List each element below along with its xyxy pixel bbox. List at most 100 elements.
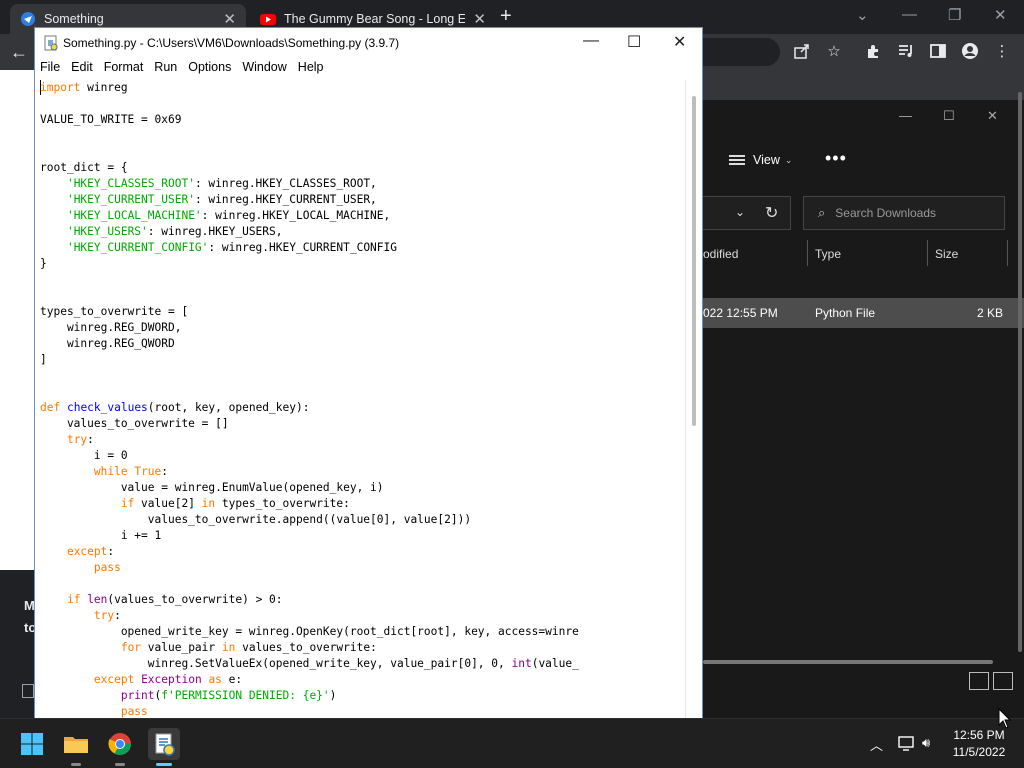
bookmark-star-icon[interactable]: ☆ [824, 42, 844, 62]
menu-help[interactable]: Help [293, 58, 330, 78]
python-file-icon [44, 35, 58, 51]
minimize-icon[interactable]: — [902, 6, 917, 23]
code-line: 'HKEY_USERS': winreg.HKEY_USERS, [66, 225, 283, 238]
scroll-thumb[interactable] [692, 96, 696, 426]
running-indicator [115, 763, 125, 766]
code-line: for value_pair in values_to_overwrite: [120, 641, 377, 654]
code-line: def check_values(root, key, opened_key): [40, 401, 310, 414]
media-queue-icon[interactable] [896, 42, 916, 62]
restore-icon[interactable]: ❐ [948, 6, 961, 24]
column-divider[interactable] [927, 240, 928, 266]
page-content-dark: M to [0, 570, 36, 720]
code-editor[interactable]: import winreg VALUE_TO_WRITE = 0x69 root… [40, 80, 685, 720]
column-divider[interactable] [807, 240, 808, 266]
more-options-icon[interactable]: ••• [825, 148, 847, 169]
minimize-icon[interactable]: — [583, 32, 599, 50]
column-headers: odified Type Size [703, 240, 1024, 270]
menu-format[interactable]: Format [99, 58, 150, 78]
close-tab-icon[interactable]: ✕ [223, 10, 236, 28]
menu-edit[interactable]: Edit [66, 58, 99, 78]
file-explorer-taskbar-button[interactable] [60, 728, 92, 766]
minimize-icon[interactable]: — [899, 108, 912, 123]
code-line: if len(values_to_overwrite) > 0: [66, 593, 283, 606]
running-indicator [156, 763, 172, 766]
close-tab-icon[interactable]: ✕ [473, 10, 486, 28]
extensions-icon[interactable] [864, 42, 884, 62]
details-view-icon[interactable] [969, 672, 989, 690]
vertical-scrollbar[interactable] [685, 80, 701, 720]
chevron-down-icon: ⌄ [784, 154, 793, 165]
windows-logo-icon [21, 733, 43, 755]
chevron-down-icon[interactable]: ⌄ [735, 205, 745, 219]
column-header-type[interactable]: Type [815, 247, 841, 261]
close-window-icon[interactable]: ✕ [673, 32, 686, 52]
menu-file[interactable]: File [35, 58, 66, 78]
code-line: types_to_overwrite = [ [40, 305, 189, 318]
start-button[interactable] [16, 728, 48, 760]
system-clock[interactable]: 12:56 PM 11/5/2022 [944, 727, 1014, 761]
page-content [0, 70, 34, 570]
column-divider[interactable] [1007, 240, 1008, 266]
column-header-size[interactable]: Size [935, 247, 958, 261]
code-line: opened_write_key = winreg.OpenKey(root_d… [40, 625, 579, 638]
code-line: print(f'PERMISSION DENIED: {e}') [120, 689, 337, 702]
tab-title: Something [44, 12, 104, 26]
refresh-icon[interactable]: ↻ [765, 203, 778, 223]
code-line: winreg.REG_QWORD [40, 337, 175, 350]
code-line: pass [93, 561, 121, 574]
mouse-cursor-icon [998, 708, 1012, 729]
close-window-icon[interactable]: ✕ [987, 108, 998, 124]
vertical-scrollbar[interactable] [1015, 92, 1024, 660]
code-line: ] [40, 353, 47, 366]
share-icon[interactable] [792, 42, 812, 62]
scroll-thumb[interactable] [1018, 92, 1022, 652]
code-line: root_dict = { [40, 161, 128, 174]
menu-run[interactable]: Run [149, 58, 183, 78]
python-idle-icon [155, 733, 175, 756]
address-bar[interactable]: ⌄ ↻ [703, 196, 791, 230]
chevron-up-icon[interactable]: ︿ [870, 735, 883, 754]
maximize-icon[interactable]: ☐ [943, 108, 955, 124]
search-placeholder: Search Downloads [835, 206, 937, 220]
file-type: Python File [815, 306, 876, 320]
tab-title: The Gummy Bear Song - Long En [284, 12, 466, 26]
view-button[interactable]: View ⌄ [729, 153, 792, 167]
profile-avatar-icon[interactable] [960, 42, 980, 62]
chrome-taskbar-button[interactable] [104, 728, 136, 766]
horizontal-scrollbar[interactable] [703, 660, 993, 664]
code-line: import winreg [40, 81, 128, 94]
more-menu-icon[interactable]: ⋮ [992, 42, 1012, 62]
code-line: 'HKEY_CURRENT_CONFIG': winreg.HKEY_CURRE… [66, 241, 397, 254]
back-arrow-icon[interactable]: ← [10, 42, 28, 63]
menu-options[interactable]: Options [183, 58, 237, 78]
explorer-titlebar: — ☐ ✕ [703, 100, 1024, 132]
close-window-icon[interactable]: ✕ [994, 6, 1007, 24]
address-bar[interactable] [700, 38, 780, 66]
code-line: value = winreg.EnumValue(opened_key, i) [40, 481, 384, 494]
taskbar: ︿ 🔊︎ 12:56 PM 11/5/2022 [0, 718, 1024, 768]
new-tab-button[interactable]: + [500, 6, 512, 26]
code-line: VALUE_TO_WRITE = 0x69 [40, 113, 182, 126]
volume-icon[interactable]: 🔊︎ [922, 735, 930, 751]
maximize-icon[interactable]: ☐ [627, 32, 641, 52]
folder-icon [64, 737, 88, 753]
file-explorer-window: — ☐ ✕ View ⌄ ••• ⌄ ↻ ⌕ Search Downloads … [702, 92, 1024, 720]
search-icon: ⌕ [818, 205, 826, 220]
side-panel-icon[interactable] [928, 42, 948, 62]
status-bar [703, 670, 1024, 694]
file-modified: 022 12:55 PM [703, 306, 778, 320]
file-size: 2 KB [977, 306, 1004, 320]
network-icon[interactable] [898, 735, 916, 754]
search-input[interactable]: ⌕ Search Downloads [803, 196, 1005, 230]
file-row[interactable]: 022 12:55 PM Python File 2 KB [703, 298, 1024, 328]
tiles-view-icon[interactable] [993, 672, 1013, 690]
code-line: try: [66, 433, 94, 446]
idle-taskbar-button[interactable] [148, 728, 180, 766]
menu-window[interactable]: Window [237, 58, 292, 78]
column-header-modified[interactable]: odified [703, 247, 738, 261]
chevron-down-icon[interactable]: ⌄ [856, 6, 869, 24]
